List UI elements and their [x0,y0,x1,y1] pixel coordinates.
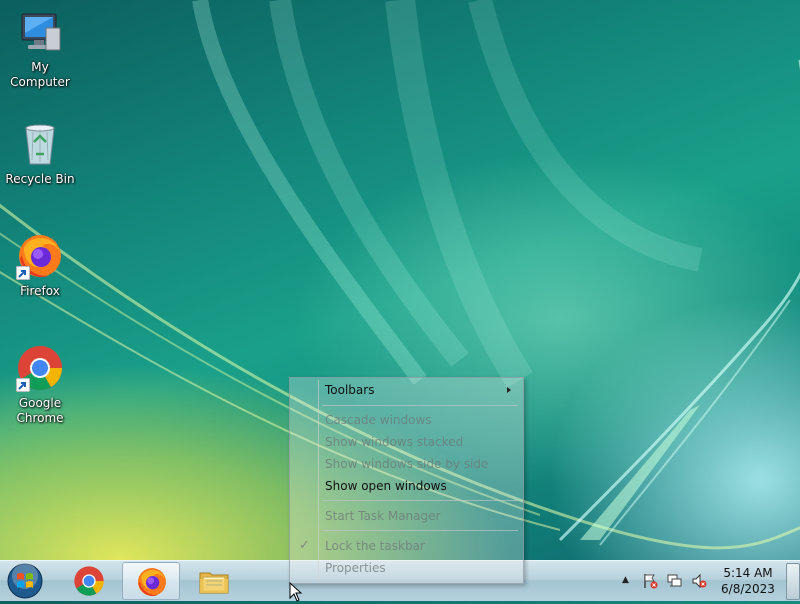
folder-icon [199,572,229,594]
desktop-icon-recycle-bin[interactable]: Recycle Bin [0,120,80,187]
desktop-icon-firefox[interactable]: Firefox [0,232,80,299]
desktop-icon-label: Firefox [20,284,60,298]
menu-item-show-open-windows[interactable]: Show open windows [292,475,521,497]
menu-separator [322,500,518,501]
shortcut-arrow-icon [16,266,30,280]
volume-muted-icon[interactable] [691,573,707,589]
taskbar-button-firefox[interactable] [122,562,180,600]
menu-item-show-windows-stacked: Show windows stacked [325,435,464,449]
menu-item-cascade-windows: Cascade windows [325,413,432,427]
desktop-icon-label: My Computer [10,60,70,89]
menu-item-show-windows-side-by-side: Show windows side by side [325,457,489,471]
system-clock[interactable]: 5:14 AM 6/8/2023 [716,565,780,597]
menu-item-lock-the-taskbar: ✓ Lock the taskbar [292,535,521,557]
start-button[interactable] [5,562,45,600]
mouse-cursor-icon [289,582,303,602]
taskbar-button-explorer[interactable] [185,562,241,598]
action-center-flag-icon[interactable] [642,573,658,589]
clock-date: 6/8/2023 [721,582,775,596]
chrome-icon [16,344,64,392]
desktop-icon-my-computer[interactable]: My Computer [0,8,80,90]
menu-separator [322,405,518,406]
taskbar-context-menu: Toolbars Cascade windows Show windows st… [289,377,524,584]
windows-logo-icon [7,563,43,599]
submenu-arrow-icon [507,387,511,393]
menu-item-toolbars[interactable]: Toolbars [292,379,521,401]
desktop-icon-label: Recycle Bin [5,172,75,186]
computer-icon [16,8,64,56]
menu-item-start-task-manager: Start Task Manager [325,509,441,523]
firefox-icon [16,232,64,280]
desktop-icon-label: Google Chrome [16,396,64,425]
checkmark-icon: ✓ [299,538,310,553]
shortcut-arrow-icon [16,378,30,392]
clock-time: 5:14 AM [723,566,773,580]
recycle-bin-icon [16,120,64,168]
menu-item-properties: Properties [325,561,386,575]
show-hidden-icons-arrow[interactable]: ▲ [622,575,629,585]
desktop-icon-google-chrome[interactable]: Google Chrome [0,344,80,426]
show-desktop-button[interactable] [786,563,800,600]
firefox-icon [138,568,166,597]
chrome-icon [74,566,104,596]
taskbar-button-chrome[interactable] [60,562,116,598]
network-icon[interactable] [667,573,683,589]
menu-separator [322,530,518,531]
